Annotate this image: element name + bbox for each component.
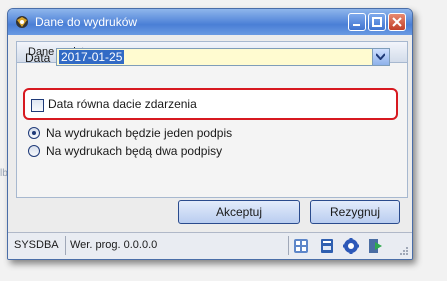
calculator-icon[interactable] <box>292 237 310 255</box>
chevron-down-icon <box>376 53 385 60</box>
cancel-button[interactable]: Rezygnuj <box>310 200 400 224</box>
status-user: SYSDBA <box>14 239 59 251</box>
radio-button[interactable] <box>28 145 40 157</box>
app-icon <box>16 16 28 28</box>
window-title: Dane do wydruków <box>35 15 138 29</box>
radio-button[interactable] <box>28 127 40 139</box>
date-value[interactable]: 2017-01-25 <box>59 50 125 64</box>
same-date-checkbox[interactable] <box>31 99 44 112</box>
date-dropdown-button[interactable] <box>372 49 389 65</box>
checkbox-label: Data równa dacie zdarzenia <box>48 97 197 111</box>
accept-button[interactable]: Akceptuj <box>178 200 300 224</box>
status-separator <box>65 236 66 255</box>
status-separator <box>288 236 289 255</box>
maximize-icon <box>372 17 382 27</box>
minimize-button[interactable] <box>348 13 366 31</box>
gear-icon[interactable] <box>342 237 360 255</box>
maximize-button[interactable] <box>368 13 386 31</box>
date-input[interactable]: 2017-01-25 <box>56 48 390 66</box>
minimize-icon <box>353 24 360 26</box>
radio-label: Na wydrukach będą dwa podpisy <box>46 144 223 158</box>
status-bar: SYSDBA Wer. prog. 0.0.0.0 <box>8 232 412 259</box>
book-icon[interactable] <box>318 237 336 255</box>
accept-label: Akceptuj <box>215 205 263 219</box>
status-version: Wer. prog. 0.0.0.0 <box>70 239 158 251</box>
radio-label: Na wydrukach będzie jeden podpis <box>46 126 233 140</box>
cancel-label: Rezygnuj <box>329 205 381 219</box>
exit-icon[interactable] <box>366 237 384 255</box>
dialog-window: Dane do wydruków Dane podstawowe Data 20… <box>7 8 413 260</box>
close-button[interactable] <box>388 13 406 31</box>
resize-grip-icon[interactable] <box>399 246 409 256</box>
checkbox-highlight: Data równa dacie zdarzenia <box>23 88 398 120</box>
date-label: Data <box>25 51 51 65</box>
title-bar[interactable]: Dane do wydruków <box>8 9 412 35</box>
close-icon <box>392 17 402 27</box>
